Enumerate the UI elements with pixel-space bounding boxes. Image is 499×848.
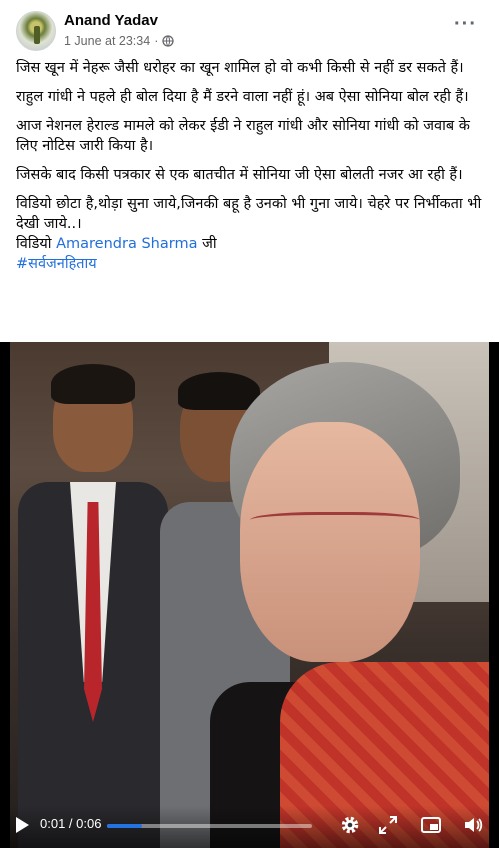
credit-prefix: विडियो (16, 236, 52, 252)
person-left (18, 352, 168, 848)
post-paragraph: आज नेशनल हेराल्ड मामले को लेकर ईडी ने रा… (16, 118, 470, 154)
author-avatar[interactable] (16, 11, 56, 51)
post-meta: 1 June at 23:34 · (64, 34, 175, 48)
play-icon[interactable] (14, 816, 30, 834)
post-paragraph: राहुल गांधी ने पहले ही बोल दिया है मैं ड… (16, 89, 469, 105)
credit-suffix: जी (202, 236, 217, 252)
picture-in-picture-icon[interactable] (420, 814, 442, 836)
post-paragraph: जिस खून में नेहरू जैसी धरोहर का खून शामि… (16, 60, 464, 76)
post-paragraph: विडियो छोटा है,थोड़ा सुना जाये,जिनकी बहू… (16, 196, 482, 232)
video-progress-bar[interactable] (107, 824, 312, 828)
post-paragraph: जिसके बाद किसी पत्रकार से एक बातचीत में … (16, 167, 463, 183)
more-options-icon[interactable]: ··· (454, 14, 477, 34)
meta-separator: · (154, 34, 159, 48)
post-header: Anand Yadav 1 June at 23:34 · ··· (0, 0, 499, 52)
globe-icon (162, 35, 175, 47)
hashtag-link[interactable]: #सर्वजनहिताय (16, 254, 490, 274)
gear-icon[interactable] (339, 814, 361, 836)
expand-icon[interactable] (377, 814, 399, 836)
video-controls: 0:01 / 0:06 (0, 806, 499, 848)
volume-icon[interactable] (462, 814, 484, 836)
video-time: 0:01 / 0:06 (40, 816, 102, 831)
video-frame[interactable] (10, 342, 489, 848)
video-player[interactable]: 0:01 / 0:06 (0, 342, 499, 848)
person-center (210, 362, 489, 848)
post-timestamp[interactable]: 1 June at 23:34 (64, 34, 150, 48)
author-name[interactable]: Anand Yadav (64, 12, 158, 29)
video-credit: विडियो Amarendra Sharma जी (16, 234, 490, 254)
credit-link[interactable]: Amarendra Sharma (56, 236, 197, 252)
video-progress-fill (107, 824, 142, 828)
post-body: जिस खून में नेहरू जैसी धरोहर का खून शामि… (16, 58, 490, 274)
